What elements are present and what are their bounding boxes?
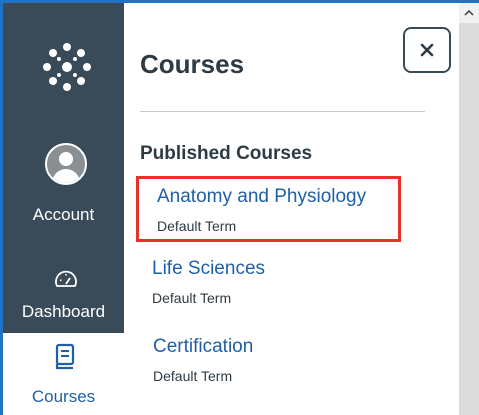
- dashboard-gauge-icon: [55, 270, 77, 287]
- nav-dashboard-label: Dashboard: [21, 302, 106, 321]
- close-icon: [420, 43, 434, 57]
- published-courses-heading: Published Courses: [140, 143, 313, 164]
- courses-book-icon: [55, 343, 75, 370]
- course-name[interactable]: Life Sciences: [152, 258, 265, 280]
- canvas-logo-icon[interactable]: [43, 43, 91, 91]
- divider: [140, 111, 425, 112]
- course-link-life-sciences[interactable]: Life Sciences Default Term: [152, 258, 265, 306]
- nav-courses-label: Courses: [31, 387, 96, 406]
- tray-title: Courses: [140, 49, 245, 79]
- avatar-icon: [45, 143, 87, 185]
- course-link-anatomy[interactable]: Anatomy and Physiology Default Term: [157, 186, 366, 234]
- global-navigation: Account Dashboard Courses: [3, 3, 124, 415]
- scroll-up-button[interactable]: [459, 3, 479, 23]
- nav-account-label: Account: [32, 205, 95, 224]
- course-term: Default Term: [157, 218, 237, 234]
- course-name[interactable]: Anatomy and Physiology: [157, 186, 366, 208]
- courses-tray: Courses Published Courses Anatomy and Ph…: [124, 3, 459, 415]
- course-link-certification[interactable]: Certification Default Term: [153, 336, 253, 384]
- close-button[interactable]: [403, 27, 451, 73]
- course-term: Default Term: [153, 368, 233, 384]
- scrollbar[interactable]: [459, 3, 479, 415]
- scroll-up-icon: [464, 9, 474, 16]
- course-name[interactable]: Certification: [153, 336, 253, 358]
- course-term: Default Term: [152, 290, 232, 306]
